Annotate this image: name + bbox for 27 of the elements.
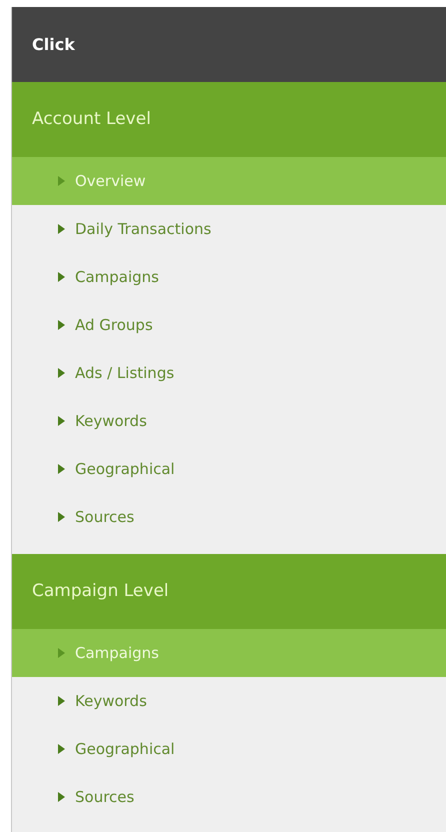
triangle-icon	[58, 368, 65, 378]
sidebar-item[interactable]: Campaigns	[12, 253, 446, 301]
sidebar-item[interactable]: Keywords	[12, 677, 446, 725]
triangle-icon	[58, 176, 65, 186]
triangle-icon	[58, 272, 65, 282]
sidebar-item[interactable]: Geographical	[12, 445, 446, 493]
sidebar-item[interactable]: Ad Groups	[12, 301, 446, 349]
sidebar-item[interactable]: Geographical	[12, 725, 446, 773]
sidebar-item[interactable]: Sources	[12, 773, 446, 821]
sidebar-header: Click	[12, 7, 446, 82]
section-header: Account Level	[12, 82, 446, 157]
sidebar-item[interactable]: Keywords	[12, 397, 446, 445]
triangle-icon	[58, 416, 65, 426]
sidebar-item[interactable]: Ads / Listings	[12, 349, 446, 397]
triangle-icon	[58, 744, 65, 754]
triangle-icon	[58, 464, 65, 474]
triangle-icon	[58, 320, 65, 330]
sidebar-item[interactable]: Daily Transactions	[12, 205, 446, 253]
triangle-icon	[58, 512, 65, 522]
sidebar-item[interactable]: Campaigns	[12, 629, 446, 677]
sidebar-item[interactable]: Overview	[12, 157, 446, 205]
triangle-icon	[58, 792, 65, 802]
section-header: Campaign Level	[12, 554, 446, 629]
triangle-icon	[58, 648, 65, 658]
sidebar-item[interactable]: Sources	[12, 493, 446, 541]
triangle-icon	[58, 224, 65, 234]
triangle-icon	[58, 696, 65, 706]
